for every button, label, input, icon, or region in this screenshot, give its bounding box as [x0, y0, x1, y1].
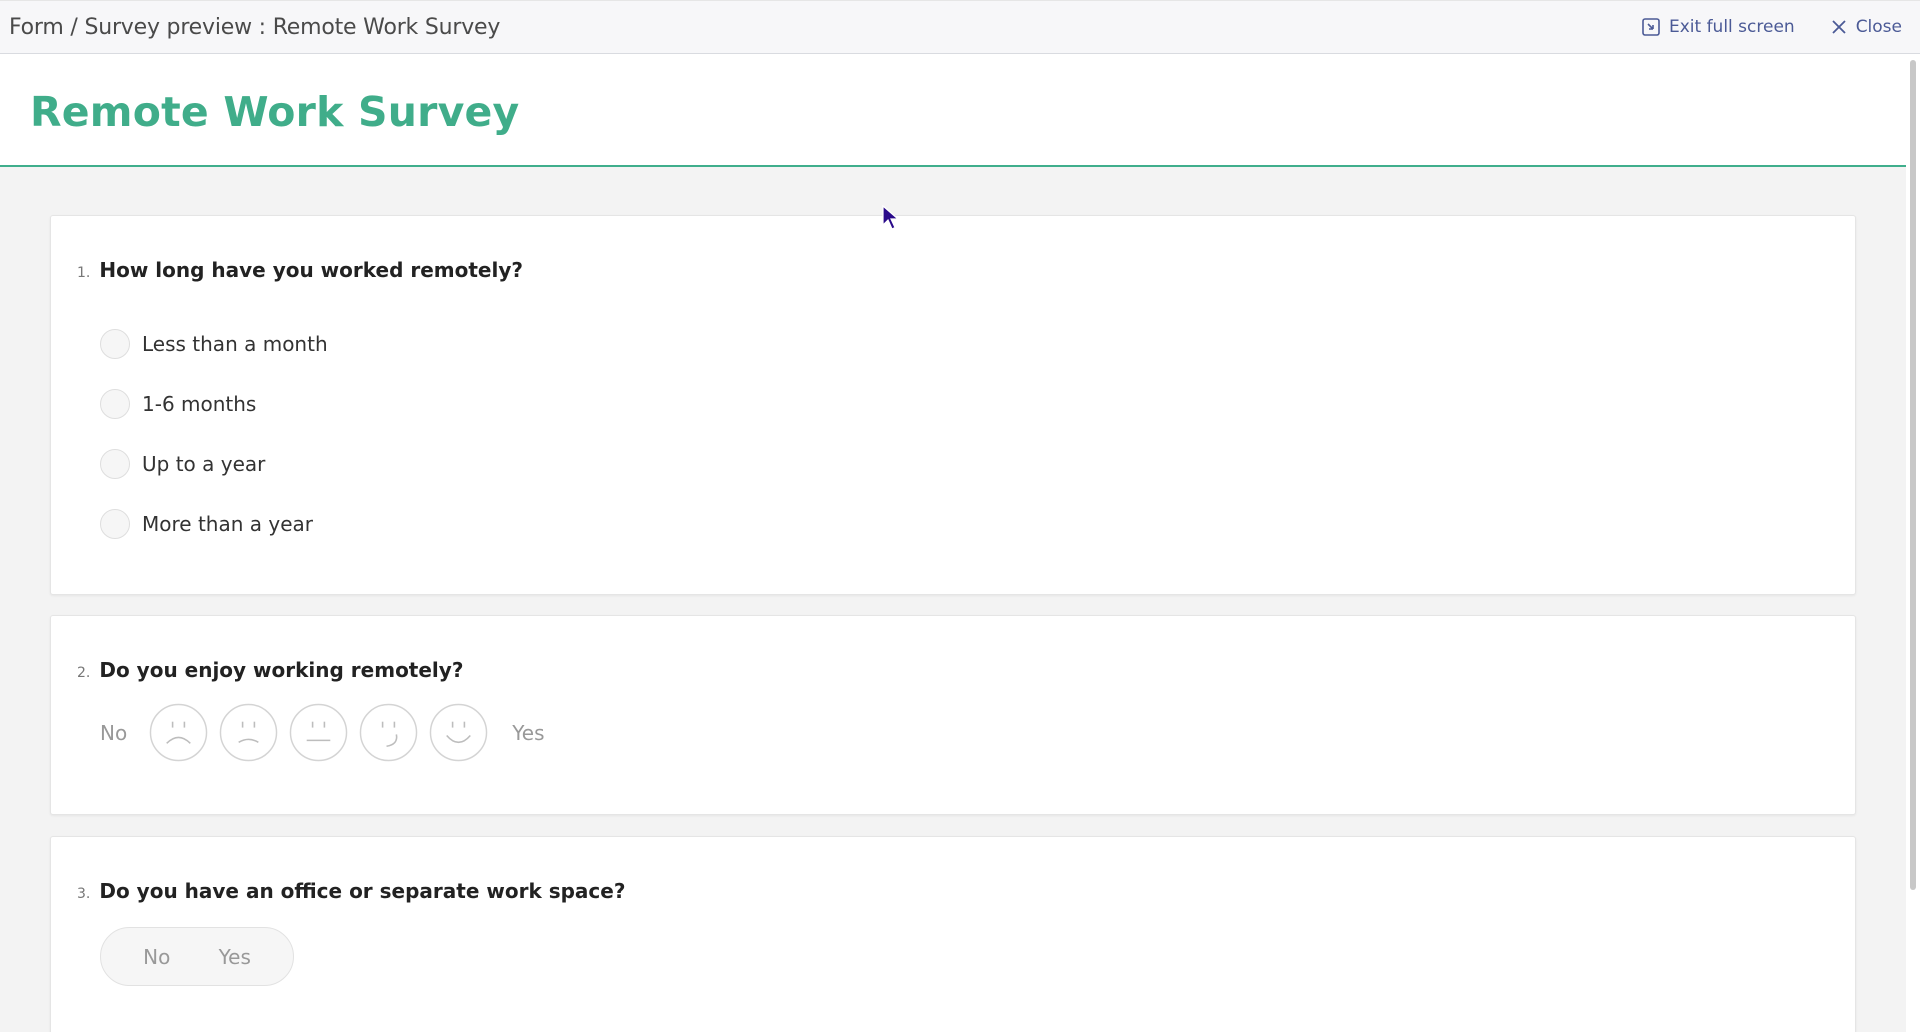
yes-no-toggle: No Yes: [100, 927, 294, 986]
question-number: 1.: [77, 265, 91, 281]
very-sad-face-icon[interactable]: [149, 703, 208, 762]
radio-option-less-than-a-month[interactable]: Less than a month: [100, 314, 328, 374]
rating-low-label: No: [100, 720, 128, 745]
rating-high-label: Yes: [512, 720, 545, 745]
option-label: Less than a month: [142, 332, 328, 356]
radio-button[interactable]: [100, 389, 130, 419]
option-label: Up to a year: [142, 452, 266, 476]
breadcrumb-current: Remote Work Survey: [272, 14, 501, 40]
close-button[interactable]: Close: [1831, 17, 1902, 37]
breadcrumb-separator: :: [251, 14, 273, 40]
scrollbar[interactable]: [1906, 54, 1920, 1032]
question-number: 2.: [77, 665, 91, 681]
radio-option-more-than-a-year[interactable]: More than a year: [100, 494, 328, 554]
breadcrumb: Form / Survey preview : Remote Work Surv…: [9, 15, 500, 40]
radio-button[interactable]: [100, 509, 130, 539]
exit-fullscreen-label: Exit full screen: [1668, 17, 1795, 37]
question-card-1: 1. How long have you worked remotely? Le…: [50, 215, 1856, 595]
question-text: How long have you worked remotely?: [99, 258, 523, 282]
toggle-option-yes[interactable]: Yes: [219, 945, 251, 969]
question-number: 3.: [77, 886, 91, 902]
close-icon: [1832, 20, 1846, 34]
radio-option-up-to-a-year[interactable]: Up to a year: [100, 434, 328, 494]
survey-header: Remote Work Survey: [0, 54, 1906, 167]
mouse-cursor-icon: [882, 205, 900, 230]
breadcrumb-form[interactable]: Form: [9, 15, 64, 40]
exit-fullscreen-icon: [1642, 18, 1660, 36]
radio-group: Less than a month 1-6 months Up to a yea…: [100, 314, 328, 554]
slight-smile-face-icon[interactable]: [359, 703, 418, 762]
close-label: Close: [1855, 17, 1902, 37]
toggle-option-no[interactable]: No: [143, 945, 170, 969]
breadcrumb-separator: /: [63, 14, 85, 40]
question-text: Do you have an office or separate work s…: [99, 879, 626, 903]
sad-face-icon[interactable]: [219, 703, 278, 762]
option-label: 1-6 months: [142, 392, 257, 416]
question-header: 1. How long have you worked remotely?: [77, 258, 523, 282]
survey-title: Remote Work Survey: [30, 88, 520, 136]
top-bar: Form / Survey preview : Remote Work Surv…: [0, 0, 1920, 54]
survey-preview-area: Remote Work Survey 1. How long have you …: [0, 54, 1920, 1032]
scrollbar-thumb[interactable]: [1910, 60, 1916, 890]
question-header: 2. Do you enjoy working remotely?: [77, 658, 463, 682]
radio-button[interactable]: [100, 329, 130, 359]
breadcrumb-survey-preview[interactable]: Survey preview: [84, 15, 252, 40]
exit-fullscreen-button[interactable]: Exit full screen: [1642, 17, 1795, 37]
question-card-3: 3. Do you have an office or separate wor…: [50, 836, 1856, 1032]
option-label: More than a year: [142, 512, 313, 536]
smiley-rating: No Yes: [100, 703, 545, 762]
radio-option-1-6-months[interactable]: 1-6 months: [100, 374, 328, 434]
radio-button[interactable]: [100, 449, 130, 479]
question-card-2: 2. Do you enjoy working remotely? No Yes: [50, 615, 1856, 815]
question-text: Do you enjoy working remotely?: [99, 658, 464, 682]
happy-face-icon[interactable]: [429, 703, 488, 762]
question-header: 3. Do you have an office or separate wor…: [77, 879, 625, 903]
neutral-face-icon[interactable]: [289, 703, 348, 762]
